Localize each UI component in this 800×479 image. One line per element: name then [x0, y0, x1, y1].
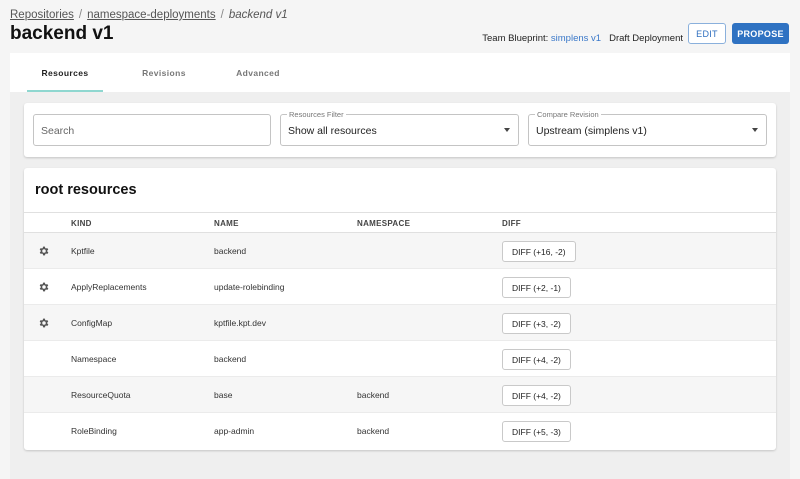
cell-name: kptfile.kpt.dev [214, 318, 266, 328]
column-name: NAME [214, 219, 239, 228]
table-row: ResourceQuota base backend DIFF (+4, -2) [24, 377, 776, 413]
cell-kind: ApplyReplacements [71, 282, 147, 292]
cell-kind: ConfigMap [71, 318, 113, 328]
column-kind: KIND [71, 219, 92, 228]
package-meta: Team Blueprint: simplens v1 Draft Deploy… [482, 33, 683, 44]
team-blueprint-label: Team Blueprint: [482, 33, 549, 44]
team-blueprint-link[interactable]: simplens v1 [551, 33, 601, 44]
gear-icon[interactable] [38, 281, 50, 293]
caret-down-icon [752, 128, 758, 132]
table-row: ConfigMap kptfile.kpt.dev DIFF (+3, -2) [24, 305, 776, 341]
cell-kind: ResourceQuota [71, 390, 131, 400]
table-row: Namespace backend DIFF (+4, -2) [24, 341, 776, 377]
cell-namespace: backend [357, 426, 390, 436]
cell-name: base [214, 390, 233, 400]
gear-icon[interactable] [38, 245, 50, 257]
breadcrumb-namespace-deployments[interactable]: namespace-deployments [87, 9, 216, 21]
search-placeholder: Search [41, 125, 75, 137]
cell-name: update-rolebinding [214, 282, 285, 292]
diff-button[interactable]: DIFF (+4, -2) [502, 385, 571, 406]
cell-kind: Namespace [71, 354, 117, 364]
cell-name: app-admin [214, 426, 255, 436]
table-row: ApplyReplacements update-rolebinding DIF… [24, 269, 776, 305]
diff-button[interactable]: DIFF (+2, -1) [502, 277, 571, 298]
filter-card: Search Resources Filter Show all resourc… [24, 103, 776, 157]
caret-down-icon [504, 128, 510, 132]
column-diff: DIFF [502, 219, 521, 228]
column-namespace: NAMESPACE [357, 219, 411, 228]
compare-revision-select[interactable]: Compare Revision Upstream (simplens v1) [528, 110, 767, 146]
search-input[interactable]: Search [33, 114, 271, 146]
tab-resources[interactable]: Resources [27, 53, 103, 92]
resources-filter-value: Show all resources [288, 125, 377, 137]
propose-button[interactable]: PROPOSE [732, 23, 789, 44]
cell-name: backend [214, 354, 247, 364]
tab-bar: Resources Revisions Advanced [10, 53, 790, 92]
breadcrumb-repositories[interactable]: Repositories [10, 9, 74, 21]
breadcrumb: Repositories / namespace-deployments / b… [10, 9, 288, 21]
tab-advanced[interactable]: Advanced [218, 53, 298, 92]
breadcrumb-separator: / [78, 9, 83, 21]
table-row: RoleBinding app-admin backend DIFF (+5, … [24, 413, 776, 449]
team-blueprint: Team Blueprint: simplens v1 [482, 33, 601, 44]
page-title: backend v1 [10, 23, 114, 44]
cell-namespace: backend [357, 390, 390, 400]
table-header: KIND NAME NAMESPACE DIFF [24, 212, 776, 233]
breadcrumb-separator: / [220, 9, 224, 21]
resources-filter-select[interactable]: Resources Filter Show all resources [280, 110, 519, 146]
edit-button[interactable]: EDIT [688, 23, 726, 44]
diff-button[interactable]: DIFF (+5, -3) [502, 421, 571, 442]
diff-button[interactable]: DIFF (+4, -2) [502, 349, 571, 370]
tab-revisions[interactable]: Revisions [124, 53, 204, 92]
compare-revision-label: Compare Revision [535, 110, 601, 119]
cell-name: backend [214, 246, 247, 256]
table-row: Kptfile backend DIFF (+16, -2) [24, 233, 776, 269]
gear-icon[interactable] [38, 317, 50, 329]
resources-table-card: root resources KIND NAME NAMESPACE DIFF … [24, 168, 776, 450]
diff-button[interactable]: DIFF (+16, -2) [502, 241, 576, 262]
table-title: root resources [35, 182, 137, 198]
diff-button[interactable]: DIFF (+3, -2) [502, 313, 571, 334]
cell-kind: RoleBinding [71, 426, 117, 436]
resources-filter-label: Resources Filter [287, 110, 346, 119]
deployment-status: Draft Deployment [609, 33, 683, 44]
cell-kind: Kptfile [71, 246, 95, 256]
compare-revision-value: Upstream (simplens v1) [536, 125, 647, 137]
breadcrumb-current: backend v1 [228, 9, 288, 21]
